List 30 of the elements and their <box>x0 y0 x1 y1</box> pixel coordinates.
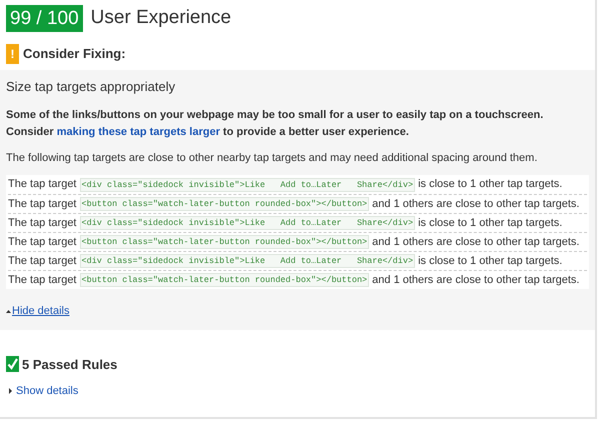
row-text: The tap target <box>8 196 76 212</box>
passed-heading: 5 Passed Rules <box>22 356 118 374</box>
row-text: and 1 others are close to other tap targets. <box>372 234 580 250</box>
show-details-link[interactable]: Show details <box>16 383 78 400</box>
rule-title: Size tap targets appropriately <box>6 78 176 96</box>
rule-intro: The following tap targets are close to other nearby tap targets and may need additional spacing around them. <box>6 150 538 166</box>
warning-icon: ! <box>6 44 19 64</box>
tap-targets-link[interactable]: making these tap targets larger <box>56 126 220 138</box>
code-snippet: <div class="sidedock invisible">Like Add to…Later Share</div> <box>80 178 416 192</box>
row-text: is close to 1 other tap targets. <box>418 177 562 192</box>
row-text: The tap target <box>8 254 76 269</box>
warning-heading: Consider Fixing: <box>23 45 126 64</box>
check-icon <box>6 356 19 372</box>
code-snippet: <button class="watch-later-button rounded-box"></button> <box>80 197 370 211</box>
code-snippet: <button class="watch-later-button rounded-box"></button> <box>80 273 370 287</box>
row-text: The tap target <box>8 177 76 192</box>
code-snippet: <div class="sidedock invisible">Like Add to…Later Share</div> <box>80 254 416 268</box>
row-text: and 1 others are close to other tap targets. <box>372 196 580 212</box>
section-title: User Experience <box>90 6 232 30</box>
row-text: The tap target <box>8 234 76 250</box>
row-text: is close to 1 other tap targets. <box>418 254 562 269</box>
row-text: The tap target <box>8 272 76 288</box>
rule-description: Some of the links/buttons on your webpage may be too small for a user to easily tap on a touchscreen. Consider making these tap targets larger to provide a better user experience. <box>6 108 544 140</box>
hide-details-link[interactable]: Hide details <box>12 303 70 320</box>
row-text: The tap target <box>8 216 76 231</box>
row-text: and 1 others are close to other tap targets. <box>372 272 580 288</box>
row-text: is close to 1 other tap targets. <box>418 216 562 231</box>
score-badge: 99 / 100 <box>6 4 83 32</box>
code-snippet: <button class="watch-later-button rounded-box"></button> <box>80 235 370 249</box>
code-snippet: <div class="sidedock invisible">Like Add to…Later Share</div> <box>80 216 416 230</box>
